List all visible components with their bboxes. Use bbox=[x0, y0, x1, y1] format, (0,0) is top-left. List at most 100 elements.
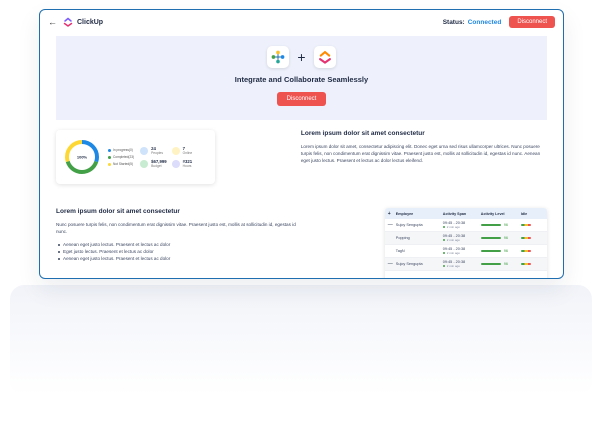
activity-level-value: 96 bbox=[503, 262, 509, 266]
last-seen: 2 min ago bbox=[442, 238, 481, 242]
online-dot bbox=[442, 239, 445, 241]
window-reflection bbox=[10, 285, 592, 395]
top-bar: ← ClickUp Status: Connected Disconnect bbox=[40, 10, 563, 34]
last-seen-text: 2 min ago bbox=[446, 238, 460, 242]
stat-hours: #321 Hours bbox=[171, 159, 199, 168]
employee-name: Sujoy Sengupta bbox=[395, 262, 423, 266]
legend-dot bbox=[108, 148, 111, 152]
budget-icon bbox=[140, 159, 149, 168]
legend-item: In progress(0) bbox=[108, 148, 134, 152]
donut-center-label: 100% bbox=[77, 155, 88, 160]
activity-span: 09:45 - 20:38 2 min ago bbox=[442, 260, 481, 268]
legend-dot bbox=[108, 162, 111, 166]
activity-level: 96 bbox=[480, 236, 521, 240]
table-row[interactable]: — Sujoy Sengupta 09:45 - 20:38 2 min ago 96 bbox=[384, 219, 547, 232]
stat-peoples: 24 Peoples bbox=[140, 146, 167, 155]
activity-level: 96 bbox=[480, 249, 521, 253]
expand-toggle[interactable]: — bbox=[388, 261, 396, 267]
legend-label: Not Started(5) bbox=[113, 162, 134, 166]
section-two-heading: Lorem ipsum dolor sit amet consectetur bbox=[56, 208, 180, 215]
integration-icons: + bbox=[267, 46, 336, 68]
activity-level-value: 96 bbox=[503, 223, 509, 227]
column-header-level[interactable]: Activity Level bbox=[481, 212, 521, 216]
table-row[interactable]: Popping 09:45 - 20:38 2 min ago 96 bbox=[384, 232, 547, 245]
expand-toggle[interactable]: — bbox=[388, 222, 396, 228]
activity-bar bbox=[480, 236, 501, 240]
bullet-item: Aenean eget justo lectus. Praesent et le… bbox=[56, 255, 305, 262]
integration-hero: + Integrate and Collaborate Seamlessly D… bbox=[56, 36, 547, 120]
activity-bar bbox=[480, 223, 501, 227]
stat-label: Budget bbox=[151, 164, 162, 168]
stat-label: Online bbox=[182, 151, 193, 155]
last-seen-text: 2 min ago bbox=[446, 251, 460, 255]
add-column-button[interactable]: + bbox=[388, 211, 396, 217]
online-dot bbox=[442, 226, 445, 228]
section-one-heading: Lorem ipsum dolor sit amet consectetur bbox=[300, 130, 425, 137]
progress-donut: 100% bbox=[65, 140, 99, 174]
idle-bar bbox=[520, 223, 531, 226]
stats-card: 100% In progress(0) Completed(23) Not St… bbox=[56, 130, 215, 184]
table-row[interactable]: — Sujoy Sengupta 09:45 - 20:38 2 min ago 96 bbox=[384, 258, 547, 271]
activity-bar bbox=[480, 262, 501, 266]
idle-cell bbox=[520, 262, 545, 266]
idle-bar bbox=[520, 249, 531, 252]
activity-span: 09:45 - 20:38 2 min ago bbox=[442, 247, 481, 255]
last-seen-text: 2 min ago bbox=[446, 225, 460, 229]
last-seen: 2 min ago bbox=[442, 225, 481, 229]
idle-bar bbox=[520, 236, 531, 239]
status-label: Status: bbox=[442, 18, 465, 26]
back-arrow-icon[interactable]: ← bbox=[48, 17, 57, 27]
table-header: + Employee Activity Span Activity Level … bbox=[384, 208, 547, 219]
employee-name: Popping bbox=[395, 236, 410, 240]
idle-bar bbox=[520, 262, 531, 265]
legend-item: Not Started(5) bbox=[108, 162, 134, 166]
column-header-idle[interactable]: Idle bbox=[521, 212, 545, 216]
disconnect-button[interactable]: Disconnect bbox=[276, 92, 327, 106]
stat-label: Hours bbox=[182, 164, 192, 168]
section-two-text: Lorem ipsum dolor sit amet consectetur N… bbox=[56, 208, 305, 278]
column-header-span[interactable]: Activity Span bbox=[443, 212, 481, 216]
activity-span: 09:45 - 20:38 2 min ago bbox=[442, 234, 481, 242]
legend-label: Completed(23) bbox=[113, 155, 135, 159]
idle-cell bbox=[520, 223, 545, 227]
hero-title: Integrate and Collaborate Seamlessly bbox=[234, 75, 369, 84]
activity-span: 09:45 - 20:38 2 min ago bbox=[442, 221, 481, 229]
legend-dot bbox=[108, 155, 111, 159]
column-header-employee[interactable]: Employee bbox=[396, 212, 443, 216]
table-body: — Sujoy Sengupta 09:45 - 20:38 2 min ago 96 P… bbox=[384, 219, 547, 271]
last-seen: 2 min ago bbox=[442, 251, 481, 255]
online-icon bbox=[171, 146, 180, 155]
workflow-icon bbox=[272, 50, 285, 64]
stat-grid: 24 Peoples 7 Online $67,999 Budget #321 Hour… bbox=[140, 146, 198, 168]
app-title: ClickUp bbox=[77, 18, 104, 26]
activity-level-value: 96 bbox=[503, 236, 509, 240]
bullet-item: Aenean eget justo lectus. Praesent et le… bbox=[56, 241, 305, 248]
disconnect-button-top[interactable]: Disconnect bbox=[509, 16, 555, 28]
bullet-item: Eget justo lectus. Praesent et lectus ac… bbox=[56, 248, 305, 255]
table-row[interactable]: TagN 09:45 - 20:38 2 min ago 96 bbox=[384, 245, 547, 258]
app-window: ← ClickUp Status: Connected Disconnect +… bbox=[39, 9, 564, 279]
activity-level: 96 bbox=[480, 223, 521, 227]
activity-level-value: 96 bbox=[503, 249, 509, 253]
integration-tile-left bbox=[267, 46, 290, 68]
donut-legend: In progress(0) Completed(23) Not Started… bbox=[108, 148, 134, 166]
stat-label: Peoples bbox=[151, 151, 164, 155]
stage: ← ClickUp Status: Connected Disconnect +… bbox=[0, 0, 602, 438]
people-icon bbox=[140, 146, 149, 155]
status-value: Connected bbox=[467, 18, 502, 26]
legend-label: In progress(0) bbox=[113, 148, 133, 152]
bullet-list: Aenean eget justo lectus. Praesent et le… bbox=[56, 241, 305, 262]
activity-bar bbox=[480, 249, 501, 253]
online-dot bbox=[442, 252, 445, 254]
plus-icon: + bbox=[297, 49, 306, 65]
section-one-body: Lorem ipsum dolor sit amet, consectetur … bbox=[300, 144, 541, 164]
legend-item: Completed(23) bbox=[108, 155, 134, 159]
stat-online: 7 Online bbox=[171, 146, 199, 155]
stat-budget: $67,999 Budget bbox=[140, 159, 167, 168]
employee-name: TagN bbox=[395, 249, 405, 253]
clickup-logo-icon bbox=[63, 17, 73, 27]
hours-icon bbox=[171, 159, 180, 168]
last-seen-text: 2 min ago bbox=[446, 264, 460, 268]
section-one: 100% In progress(0) Completed(23) Not St… bbox=[56, 130, 547, 184]
section-two-body: Nunc posuere turpis felis, non condiment… bbox=[56, 222, 296, 235]
